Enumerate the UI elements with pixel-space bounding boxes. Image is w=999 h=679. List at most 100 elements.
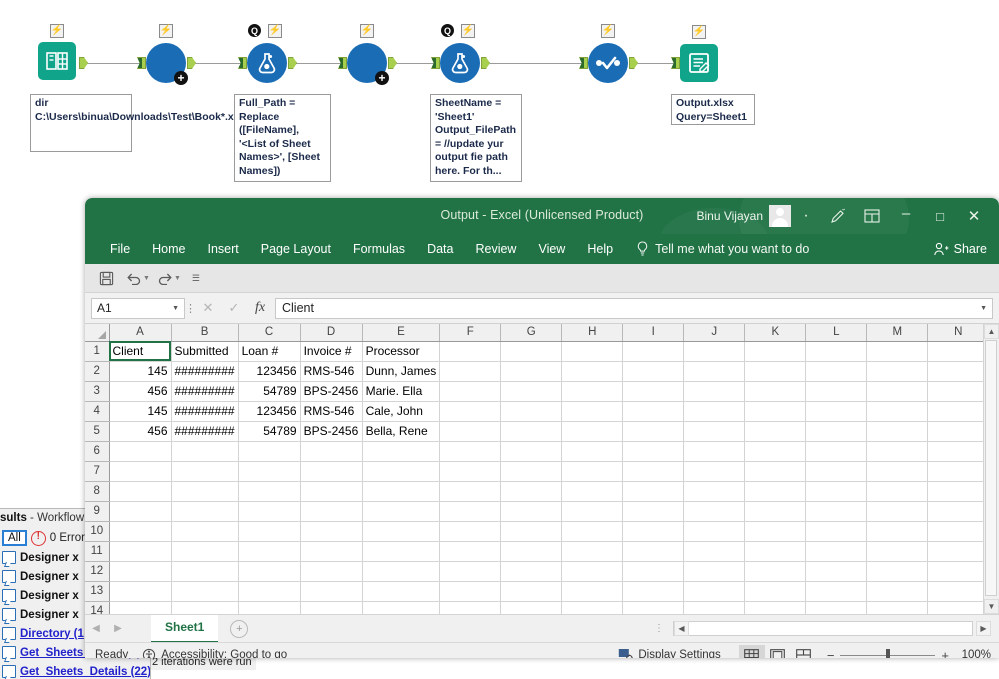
minimize-button[interactable]: – [889,198,923,234]
cell-d14[interactable] [300,601,362,614]
cell-m2[interactable] [867,361,928,381]
output-port[interactable] [187,57,196,69]
cell-j7[interactable] [684,461,745,481]
cell-a7[interactable] [109,461,171,481]
insert-function-icon[interactable]: fx [247,300,273,316]
confirm-entry-icon[interactable]: ✓ [221,300,247,316]
cell-g9[interactable] [501,501,562,521]
cell-m3[interactable] [867,381,928,401]
row-header[interactable]: 11 [85,541,109,561]
cell-k9[interactable] [745,501,806,521]
tab-file[interactable]: File [99,234,141,264]
undo-dropdown-caret-icon[interactable]: ▼ [143,275,150,282]
cell-e6[interactable] [362,441,440,461]
row-header[interactable]: 7 [85,461,109,481]
display-settings-button[interactable]: Display Settings [618,648,720,658]
cell-m10[interactable] [867,521,928,541]
column-header-j[interactable]: J [684,324,745,341]
column-header-a[interactable]: A [109,324,171,341]
cell-e10[interactable] [362,521,440,541]
cell-d13[interactable] [300,581,362,601]
cell-d4[interactable]: RMS-546 [300,401,362,421]
cell-j3[interactable] [684,381,745,401]
cell-c11[interactable] [238,541,300,561]
cell-e2[interactable]: Dunn, James [362,361,440,381]
cell-d1[interactable]: Invoice # [300,341,362,361]
cell-c2[interactable]: 123456 [238,361,300,381]
column-header-i[interactable]: I [623,324,684,341]
cell-c10[interactable] [238,521,300,541]
cell-l9[interactable] [806,501,867,521]
cell-j14[interactable] [684,601,745,614]
cell-l2[interactable] [806,361,867,381]
cell-m9[interactable] [867,501,928,521]
cell-b2[interactable]: ######### [171,361,238,381]
cell-i14[interactable] [623,601,684,614]
cell-d9[interactable] [300,501,362,521]
cell-k2[interactable] [745,361,806,381]
cell-d5[interactable]: BPS-2456 [300,421,362,441]
cell-e12[interactable] [362,561,440,581]
cell-e13[interactable] [362,581,440,601]
cell-b9[interactable] [171,501,238,521]
row-header[interactable]: 13 [85,581,109,601]
cell-l11[interactable] [806,541,867,561]
column-header-h[interactable]: H [562,324,623,341]
row-header[interactable]: 6 [85,441,109,461]
select-all-corner[interactable] [85,324,109,341]
cell-n8[interactable] [928,481,989,501]
cell-h4[interactable] [562,401,623,421]
cell-g6[interactable] [501,441,562,461]
cell-f9[interactable] [440,501,501,521]
cell-l8[interactable] [806,481,867,501]
cell-b11[interactable] [171,541,238,561]
cell-n2[interactable] [928,361,989,381]
cell-c8[interactable] [238,481,300,501]
cell-l12[interactable] [806,561,867,581]
cell-g5[interactable] [501,421,562,441]
row-header[interactable]: 14 [85,601,109,614]
scroll-down-icon[interactable]: ▼ [984,599,999,614]
cell-l7[interactable] [806,461,867,481]
result-row-label[interactable]: Directory (1 [20,628,84,640]
cell-m13[interactable] [867,581,928,601]
cell-k5[interactable] [745,421,806,441]
normal-view-icon[interactable] [739,645,765,658]
cell-i10[interactable] [623,521,684,541]
redo-dropdown-caret-icon[interactable]: ▼ [174,275,181,282]
cell-f11[interactable] [440,541,501,561]
column-header-n[interactable]: N [928,324,989,341]
cell-i7[interactable] [623,461,684,481]
cell-h2[interactable] [562,361,623,381]
page-layout-view-icon[interactable] [765,645,791,658]
tab-split-handle[interactable]: ⋮ [654,623,665,634]
cell-n4[interactable] [928,401,989,421]
cell-k13[interactable] [745,581,806,601]
expand-formula-bar-icon[interactable]: ▼ [980,305,987,312]
cell-b10[interactable] [171,521,238,541]
column-header-m[interactable]: M [867,324,928,341]
cell-h1[interactable] [562,341,623,361]
cell-n11[interactable] [928,541,989,561]
cell-k10[interactable] [745,521,806,541]
cell-c6[interactable] [238,441,300,461]
cell-e14[interactable] [362,601,440,614]
cell-d10[interactable] [300,521,362,541]
cell-d2[interactable]: RMS-546 [300,361,362,381]
column-header-g[interactable]: G [501,324,562,341]
cell-j4[interactable] [684,401,745,421]
scroll-left-icon[interactable]: ◀ [674,621,689,636]
cell-j6[interactable] [684,441,745,461]
cell-i11[interactable] [623,541,684,561]
cell-a10[interactable] [109,521,171,541]
cell-f5[interactable] [440,421,501,441]
cell-a14[interactable] [109,601,171,614]
cell-g3[interactable] [501,381,562,401]
cell-a6[interactable] [109,441,171,461]
cell-j10[interactable] [684,521,745,541]
cell-k7[interactable] [745,461,806,481]
next-sheet-icon[interactable]: ▶ [107,623,129,634]
scroll-up-icon[interactable]: ▲ [984,324,999,339]
cell-d8[interactable] [300,481,362,501]
cell-k3[interactable] [745,381,806,401]
